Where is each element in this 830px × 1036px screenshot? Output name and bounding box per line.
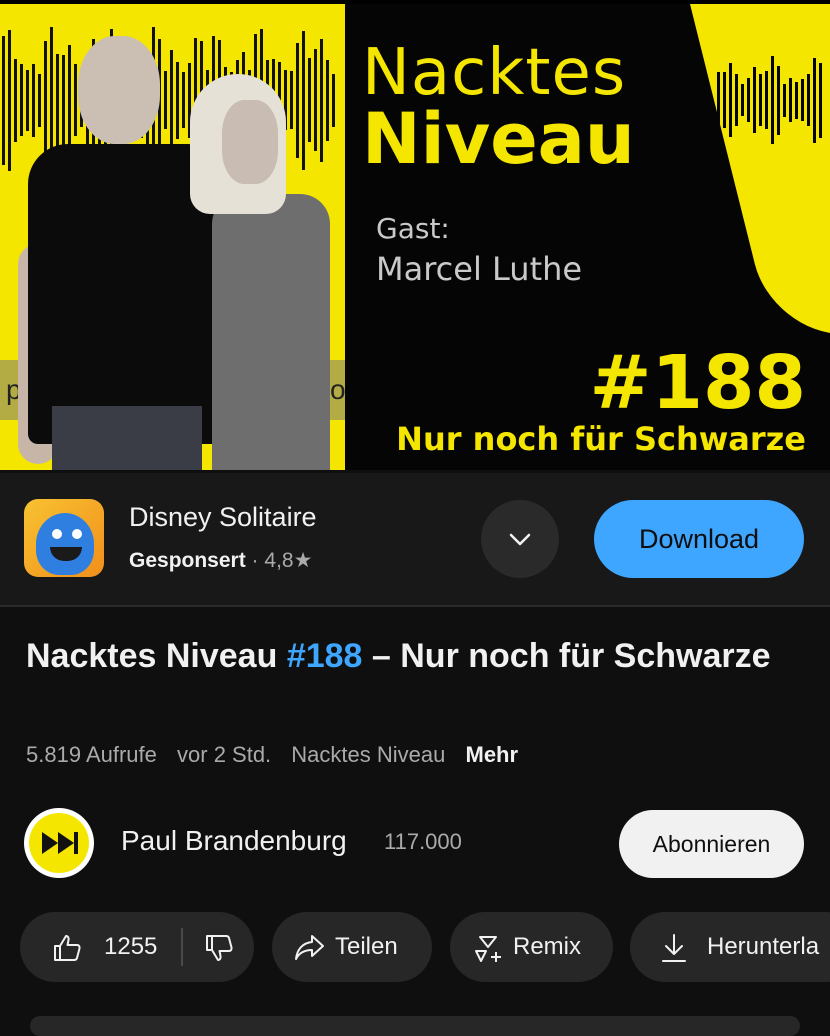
- divider: [0, 605, 830, 607]
- strip-letter-right: o: [330, 374, 345, 405]
- wave-bar: [8, 29, 11, 171]
- wave-bar: [801, 79, 804, 121]
- video-thumbnail[interactable]: p o Nacktes Niveau Gast: Marcel Luthe #1…: [0, 0, 830, 470]
- wave-bar: [723, 72, 726, 128]
- ad-rating: 4,8: [264, 549, 294, 572]
- wave-bar: [326, 59, 329, 141]
- wave-bar: [795, 81, 798, 119]
- wave-bar: [717, 71, 720, 129]
- chevron-down-icon: [509, 533, 531, 546]
- thumbnail-photo-panel: p o: [0, 4, 345, 470]
- meta-separator: ·: [251, 549, 259, 572]
- wave-bar: [771, 56, 774, 144]
- wave-bar: [38, 73, 41, 127]
- wave-bar: [176, 61, 179, 139]
- wave-bar: [14, 58, 17, 142]
- wave-bar: [302, 30, 305, 170]
- like-count[interactable]: 1255: [104, 912, 157, 982]
- thumbnail-episode-number: #188: [589, 340, 806, 426]
- wave-bar: [44, 41, 47, 159]
- remix-icon: [475, 936, 501, 962]
- title-part1: Nacktes Niveau: [26, 637, 287, 675]
- wave-bar: [182, 72, 185, 128]
- wave-bar: [164, 71, 167, 129]
- download-label: Herunterla: [707, 933, 820, 960]
- wave-bar: [320, 38, 323, 162]
- wave-bar: [747, 78, 750, 122]
- subscriber-count: 117.000: [384, 829, 462, 854]
- wave-bar: [735, 74, 738, 126]
- thumbnail-guest-name: Marcel Luthe: [376, 250, 583, 288]
- ad-app-name[interactable]: Disney Solitaire: [129, 502, 317, 533]
- yellow-accent-shape: [690, 4, 830, 334]
- wave-bar: [68, 45, 71, 155]
- like-dislike-pill: 1255: [20, 912, 254, 982]
- series-tag: Nacktes Niveau: [291, 742, 446, 767]
- share-label: Teilen: [335, 933, 398, 960]
- sponsored-label: Gesponsert: [129, 549, 246, 572]
- comments-card-peek[interactable]: [30, 1016, 800, 1036]
- wave-bar: [783, 83, 786, 117]
- star-icon: ★: [293, 549, 313, 572]
- like-separator: [181, 928, 183, 966]
- wave-bar: [813, 57, 816, 143]
- more-link[interactable]: Mehr: [466, 742, 519, 767]
- wave-bar: [753, 67, 756, 133]
- wave-bar: [777, 65, 780, 135]
- wave-bar: [759, 74, 762, 126]
- wave-bar: [314, 49, 317, 151]
- wave-bar: [819, 62, 822, 138]
- wave-bar: [26, 69, 29, 131]
- expand-ad-button[interactable]: [481, 500, 559, 578]
- share-button[interactable]: Teilen: [272, 912, 432, 982]
- remix-label: Remix: [513, 933, 582, 960]
- wave-bar: [170, 50, 173, 150]
- title-hashtag[interactable]: #188: [287, 637, 363, 675]
- remix-button[interactable]: Remix: [450, 912, 613, 982]
- wave-bar: [74, 64, 77, 136]
- channel-avatar[interactable]: [24, 808, 94, 878]
- download-icon: [662, 934, 686, 962]
- wave-bar: [20, 64, 23, 136]
- wave-bar: [741, 84, 744, 116]
- view-count: 5.819 Aufrufe: [26, 742, 157, 767]
- thumbnail-subtitle: Nur noch für Schwarze: [396, 420, 806, 458]
- wave-bar: [332, 73, 335, 127]
- wave-bar: [789, 78, 792, 122]
- wave-bar: [290, 71, 293, 129]
- channel-name[interactable]: Paul Brandenburg: [121, 825, 347, 857]
- wave-bar: [32, 63, 35, 137]
- fast-forward-logo-icon: [42, 832, 78, 854]
- ad-meta: Gesponsert · 4,8★: [129, 548, 312, 573]
- wave-bar: [62, 55, 65, 145]
- download-button[interactable]: Herunterla: [630, 912, 830, 982]
- wave-bar: [308, 58, 311, 142]
- thumbnail-guest-label: Gast:: [376, 212, 450, 245]
- upload-age: vor 2 Std.: [177, 742, 272, 767]
- share-arrow-icon: [295, 935, 324, 960]
- wave-bar: [56, 54, 59, 146]
- thumbs-down-icon[interactable]: [204, 933, 234, 963]
- thumbs-up-icon[interactable]: [52, 933, 82, 963]
- wave-bar: [807, 74, 810, 126]
- genie-app-icon[interactable]: [24, 499, 104, 577]
- video-meta-line[interactable]: 5.819 Aufrufe vor 2 Std. Nacktes Niveau …: [26, 742, 532, 768]
- subscribe-button[interactable]: Abonnieren: [619, 810, 804, 878]
- thumbnail-title-line2: Niveau: [362, 98, 635, 180]
- wave-bar: [729, 63, 732, 137]
- ad-download-button[interactable]: Download: [594, 500, 804, 578]
- video-title[interactable]: Nacktes Niveau #188 – Nur noch für Schwa…: [26, 634, 806, 679]
- wave-bar: [2, 35, 5, 165]
- wave-bar: [765, 71, 768, 129]
- title-part2: – Nur noch für Schwarze: [362, 637, 771, 675]
- wave-bar: [296, 42, 299, 158]
